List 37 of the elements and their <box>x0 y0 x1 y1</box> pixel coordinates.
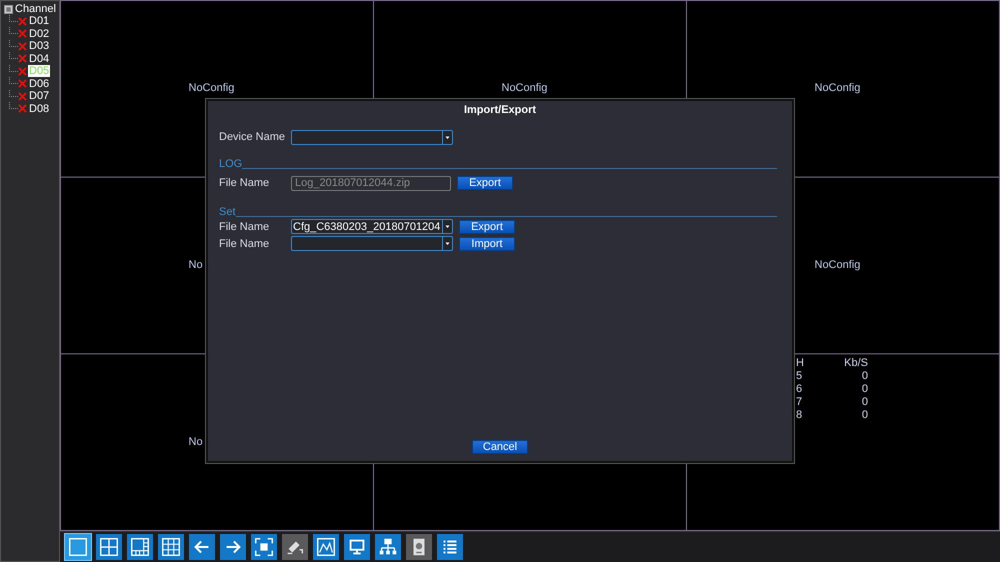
channel-item[interactable]: D04 <box>28 52 50 65</box>
status-text: No <box>188 436 204 448</box>
field-label: Device Name <box>219 131 286 143</box>
channel-item[interactable]: D02 <box>28 28 50 40</box>
field-label: File Name <box>219 238 270 250</box>
cancel-button[interactable]: Cancel <box>472 440 528 454</box>
table-cell-text: 8 <box>796 409 804 422</box>
dialog-title: Import/Export <box>462 103 538 118</box>
status-text: NoConfig <box>814 82 862 94</box>
table-cell-text: 6 <box>796 383 804 396</box>
tree-title: Channel <box>15 3 56 15</box>
section-heading: Set <box>219 206 236 218</box>
export-button[interactable]: Export <box>457 176 513 190</box>
table-cell-text: 0 <box>860 409 868 422</box>
status-text: NoConfig <box>502 82 548 94</box>
table-cell-text: 0 <box>860 383 868 396</box>
channel-item[interactable]: D03 <box>28 40 50 52</box>
field-label: File Name <box>219 177 270 189</box>
file-dropdown[interactable]: Cfg_C6380203_20180701204 <box>291 219 453 234</box>
field-label: File Name <box>219 220 270 232</box>
column-header: H <box>796 357 805 370</box>
table-cell-text: 0 <box>860 396 868 408</box>
action-button[interactable]: Export <box>459 220 515 234</box>
file-name-field[interactable]: Log_201807012044.zip <box>291 176 451 190</box>
action-button[interactable]: Import <box>459 236 515 250</box>
channel-item[interactable]: D08 <box>28 102 50 115</box>
status-text: No <box>188 258 204 271</box>
status-text: NoConfig <box>814 258 862 271</box>
channel-item[interactable]: D06 <box>28 78 50 90</box>
table-cell-text: 7 <box>796 396 804 408</box>
status-text: NoConfig <box>188 82 236 94</box>
channel-item[interactable]: D07 <box>28 90 50 102</box>
table-cell-text: 0 <box>860 370 868 382</box>
section-heading: LOG <box>219 158 242 170</box>
table-cell-text: 5 <box>796 370 804 382</box>
channel-item[interactable]: D01 <box>28 15 50 28</box>
column-header: Kb/S <box>843 357 868 370</box>
